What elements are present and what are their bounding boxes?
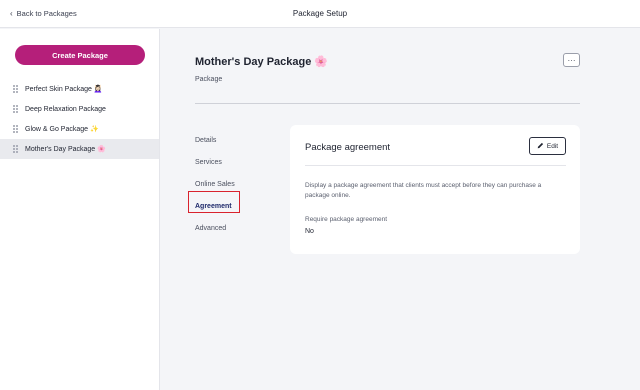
sidebar-item-mothers-day[interactable]: Mother's Day Package 🌸 [0, 139, 159, 159]
card-divider [305, 165, 566, 166]
drag-handle-icon[interactable] [13, 104, 18, 114]
package-subtitle: Package [195, 76, 223, 83]
sidebar-item-perfect-skin[interactable]: Perfect Skin Package 💆🏻‍♀️ [0, 79, 159, 99]
drag-handle-icon[interactable] [13, 124, 18, 134]
tab-details[interactable]: Details [195, 129, 265, 151]
top-bar: ‹ Back to Packages Package Setup [0, 0, 640, 28]
agreement-tab-highlight [188, 191, 240, 213]
drag-handle-icon[interactable] [13, 84, 18, 94]
edit-button[interactable]: Edit [529, 137, 566, 155]
more-options-button[interactable]: ··· [563, 53, 580, 67]
section-tabs: Details Services Online Sales Agreement … [195, 129, 265, 239]
sidebar-item-glow-and-go[interactable]: Glow & Go Package ✨ [0, 119, 159, 139]
sidebar-item-label: Mother's Day Package 🌸 [25, 146, 106, 153]
agreement-card: Package agreement Edit Display a package… [290, 125, 580, 254]
sidebar-item-label: Glow & Go Package ✨ [25, 126, 99, 133]
require-agreement-label: Require package agreement [305, 216, 388, 223]
sidebar-item-label: Deep Relaxation Package [25, 105, 106, 113]
package-list: Perfect Skin Package 💆🏻‍♀️ Deep Relaxati… [0, 79, 159, 159]
tab-services[interactable]: Services [195, 151, 265, 173]
main-content: Mother's Day Package 🌸 Package ··· Detai… [161, 29, 640, 390]
sidebar: Create Package Perfect Skin Package 💆🏻‍♀… [0, 29, 160, 390]
tab-advanced[interactable]: Advanced [195, 217, 265, 239]
create-package-button[interactable]: Create Package [15, 45, 145, 65]
sidebar-item-label: Perfect Skin Package 💆🏻‍♀️ [25, 86, 103, 93]
edit-button-label: Edit [546, 142, 559, 150]
package-title: Mother's Day Package 🌸 [195, 56, 329, 68]
require-agreement-value: No [305, 228, 314, 235]
pencil-icon [537, 142, 544, 151]
card-title: Package agreement [305, 142, 391, 153]
divider [195, 103, 580, 104]
card-description: Display a package agreement that clients… [305, 182, 542, 199]
drag-handle-icon[interactable] [13, 144, 18, 154]
sidebar-item-deep-relaxation[interactable]: Deep Relaxation Package [0, 99, 159, 119]
page-title: Package Setup [292, 9, 348, 18]
